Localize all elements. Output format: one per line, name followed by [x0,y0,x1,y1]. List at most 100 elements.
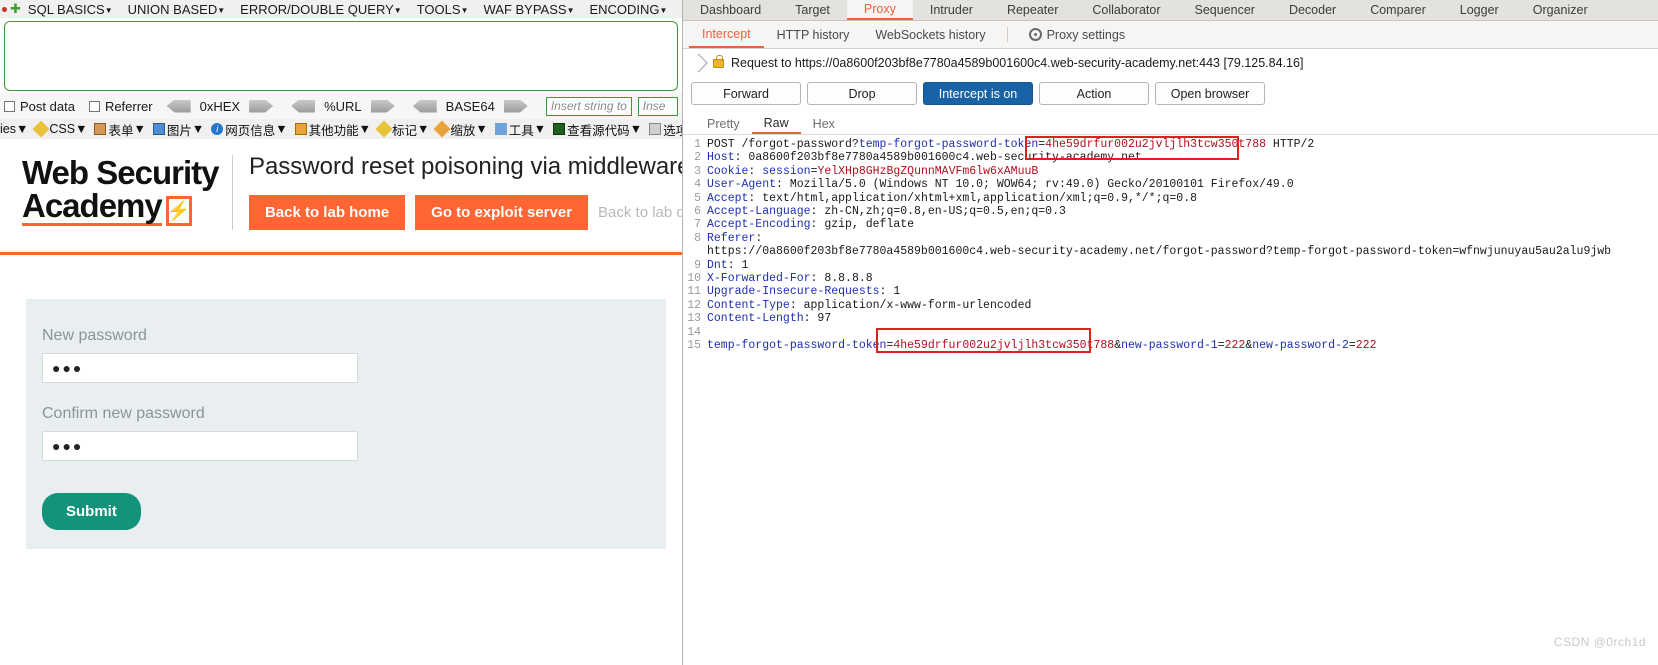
wd-tools[interactable]: 工具 ▼ [494,120,546,139]
hex-encoder-group[interactable]: 0xHEX [166,99,274,114]
wd-forms[interactable]: 表单 ▼ [94,120,146,139]
hackbar-menu-waf-bypass[interactable]: WAF BYPASS▼ [483,2,574,17]
tab-proxy[interactable]: Proxy [846,0,913,20]
url-encoder-group[interactable]: %URL [291,99,395,114]
action-button[interactable]: Action [1039,82,1149,105]
chevron-down-icon: ▼ [275,122,288,136]
url-encoder-label: %URL [324,98,362,114]
tab-repeater[interactable]: Repeater [990,0,1075,20]
submit-button[interactable]: Submit [42,493,141,530]
wd-other[interactable]: 其他功能 ▼ [294,120,371,139]
request-line-text: Dnt: 1 [707,258,749,272]
tab-collaborator[interactable]: Collaborator [1075,0,1177,20]
intercept-toggle-button[interactable]: Intercept is on [923,82,1033,105]
arrow-right-icon[interactable] [503,99,528,113]
tab-dashboard[interactable]: Dashboard [683,0,778,20]
line-number [683,245,707,258]
hackbar-menu-tools[interactable]: TOOLS▼ [417,2,469,17]
request-line-text: Host: 0a8600f203bf8e7780a4589b001600c4.w… [707,151,1142,165]
request-line: 13 Content-Length: 97 [683,312,1658,325]
hackbar-menu-error-double-query[interactable]: ERROR/DOUBLE QUERY▼ [240,2,402,17]
post-data-checkbox[interactable]: Post data [4,99,75,114]
wd-view-source[interactable]: 查看源代码 ▼ [553,120,642,139]
browser-pane: ✚ SQL BASICS▼ UNION BASED▼ ERROR/DOUBLE … [0,0,682,665]
watermark: CSDN @0rch1d [1553,635,1646,649]
chevron-down-icon: ▼ [417,122,430,136]
forward-button[interactable]: Forward [691,82,801,105]
format-tab-raw[interactable]: Raw [751,113,801,134]
replace-with-input[interactable]: Inse [637,96,678,116]
arrow-left-icon[interactable] [412,99,437,113]
wd-marker[interactable]: 标记 ▼ [375,120,430,139]
plus-icon[interactable]: ✚ [10,1,21,17]
chevron-down-icon: ▼ [358,122,371,136]
chevron-down-icon: ▼ [191,122,205,136]
request-target-bar: Request to https://0a8600f203bf8e7780a45… [683,49,1658,77]
replace-string-input[interactable]: Insert string to replace [545,96,632,116]
hackbar-menu-encoding[interactable]: ENCODING▼ [589,2,667,17]
base64-encoder-group[interactable]: BASE64 [412,99,528,114]
arrow-right-icon[interactable] [370,99,395,113]
request-line-text: POST /forgot-password?temp-forgot-passwo… [707,138,1315,151]
back-to-lab-description-link[interactable]: Back to lab des [598,204,682,221]
request-line: 9 Dnt: 1 [683,259,1658,272]
hackbar-url-textarea[interactable] [4,21,678,91]
drop-button[interactable]: Drop [807,82,917,105]
go-to-exploit-server-button[interactable]: Go to exploit server [415,195,589,230]
format-tab-hex[interactable]: Hex [801,113,847,134]
arrow-left-icon[interactable] [166,99,191,113]
tab-target[interactable]: Target [778,0,847,20]
header-divider [232,155,233,230]
tab-logger[interactable]: Logger [1443,0,1516,20]
password-reset-form: New password ●●● Confirm new password ●●… [26,299,666,549]
new-password-input[interactable]: ●●● [42,353,358,383]
wd-css[interactable]: CSS ▼ [32,120,88,138]
line-number: 1 [694,138,701,151]
menu-label: WAF BYPASS [483,1,567,17]
proxy-settings-button[interactable]: Proxy settings [1016,21,1139,48]
tab-comparer[interactable]: Comparer [1353,0,1443,20]
other-icon [294,123,307,135]
wd-zoom[interactable]: 缩放 ▼ [433,120,488,139]
request-line: 14 [683,326,1658,339]
tab-intruder[interactable]: Intruder [913,0,990,20]
menu-label: TOOLS [416,1,461,17]
tab-sequencer[interactable]: Sequencer [1177,0,1271,20]
arrow-right-icon[interactable] [249,99,274,113]
format-tab-pretty[interactable]: Pretty [695,113,752,134]
subtab-intercept[interactable]: Intercept [689,21,764,48]
proxy-settings-label: Proxy settings [1046,27,1126,42]
chevron-down-icon: ▼ [75,122,88,136]
new-password-label: New password [42,327,147,344]
tab-organizer[interactable]: Organizer [1516,0,1605,20]
confirm-password-input[interactable]: ●●● [42,431,358,461]
chevron-down-icon: ▼ [566,5,575,15]
request-line: 8 Referer: [683,232,1658,245]
back-to-lab-home-button[interactable]: Back to lab home [248,195,406,230]
wd-options[interactable]: 选项▼ [649,120,682,139]
menu-label: SQL BASICS [27,1,105,17]
pencil-icon[interactable] [688,53,708,73]
subtab-websockets-history[interactable]: WebSockets history [862,21,998,48]
wd-label: 查看源代码 [567,123,630,138]
arrow-left-icon[interactable] [291,99,316,113]
line-number: 15 [687,339,701,353]
hackbar-menu-sql-basics[interactable]: SQL BASICS▼ [28,2,113,17]
wd-label: 表单 [108,123,134,138]
open-browser-button[interactable]: Open browser [1155,82,1265,105]
gear-icon [1028,28,1042,41]
wd-page-info[interactable]: i 网页信息 ▼ [211,120,288,139]
subtab-http-history[interactable]: HTTP history [764,21,863,48]
tab-decoder[interactable]: Decoder [1272,0,1353,20]
wd-cookies[interactable]: ies ▼ [0,122,28,136]
wd-images[interactable]: 图片 ▼ [152,120,205,139]
referrer-checkbox[interactable]: Referrer [88,99,153,114]
hackbar-menu-union-based[interactable]: UNION BASED▼ [128,2,226,17]
line-number: 14 [687,325,701,339]
web-security-academy-logo[interactable]: Web Security Academy ⚡ [22,153,222,226]
raw-request-editor[interactable]: 1 POST /forgot-password?temp-forgot-passw… [683,135,1658,655]
line-number: 13 [687,312,701,326]
wd-label: 网页信息 [225,123,276,138]
line-number: 9 [694,258,701,272]
wd-label: 缩放 [450,123,476,138]
